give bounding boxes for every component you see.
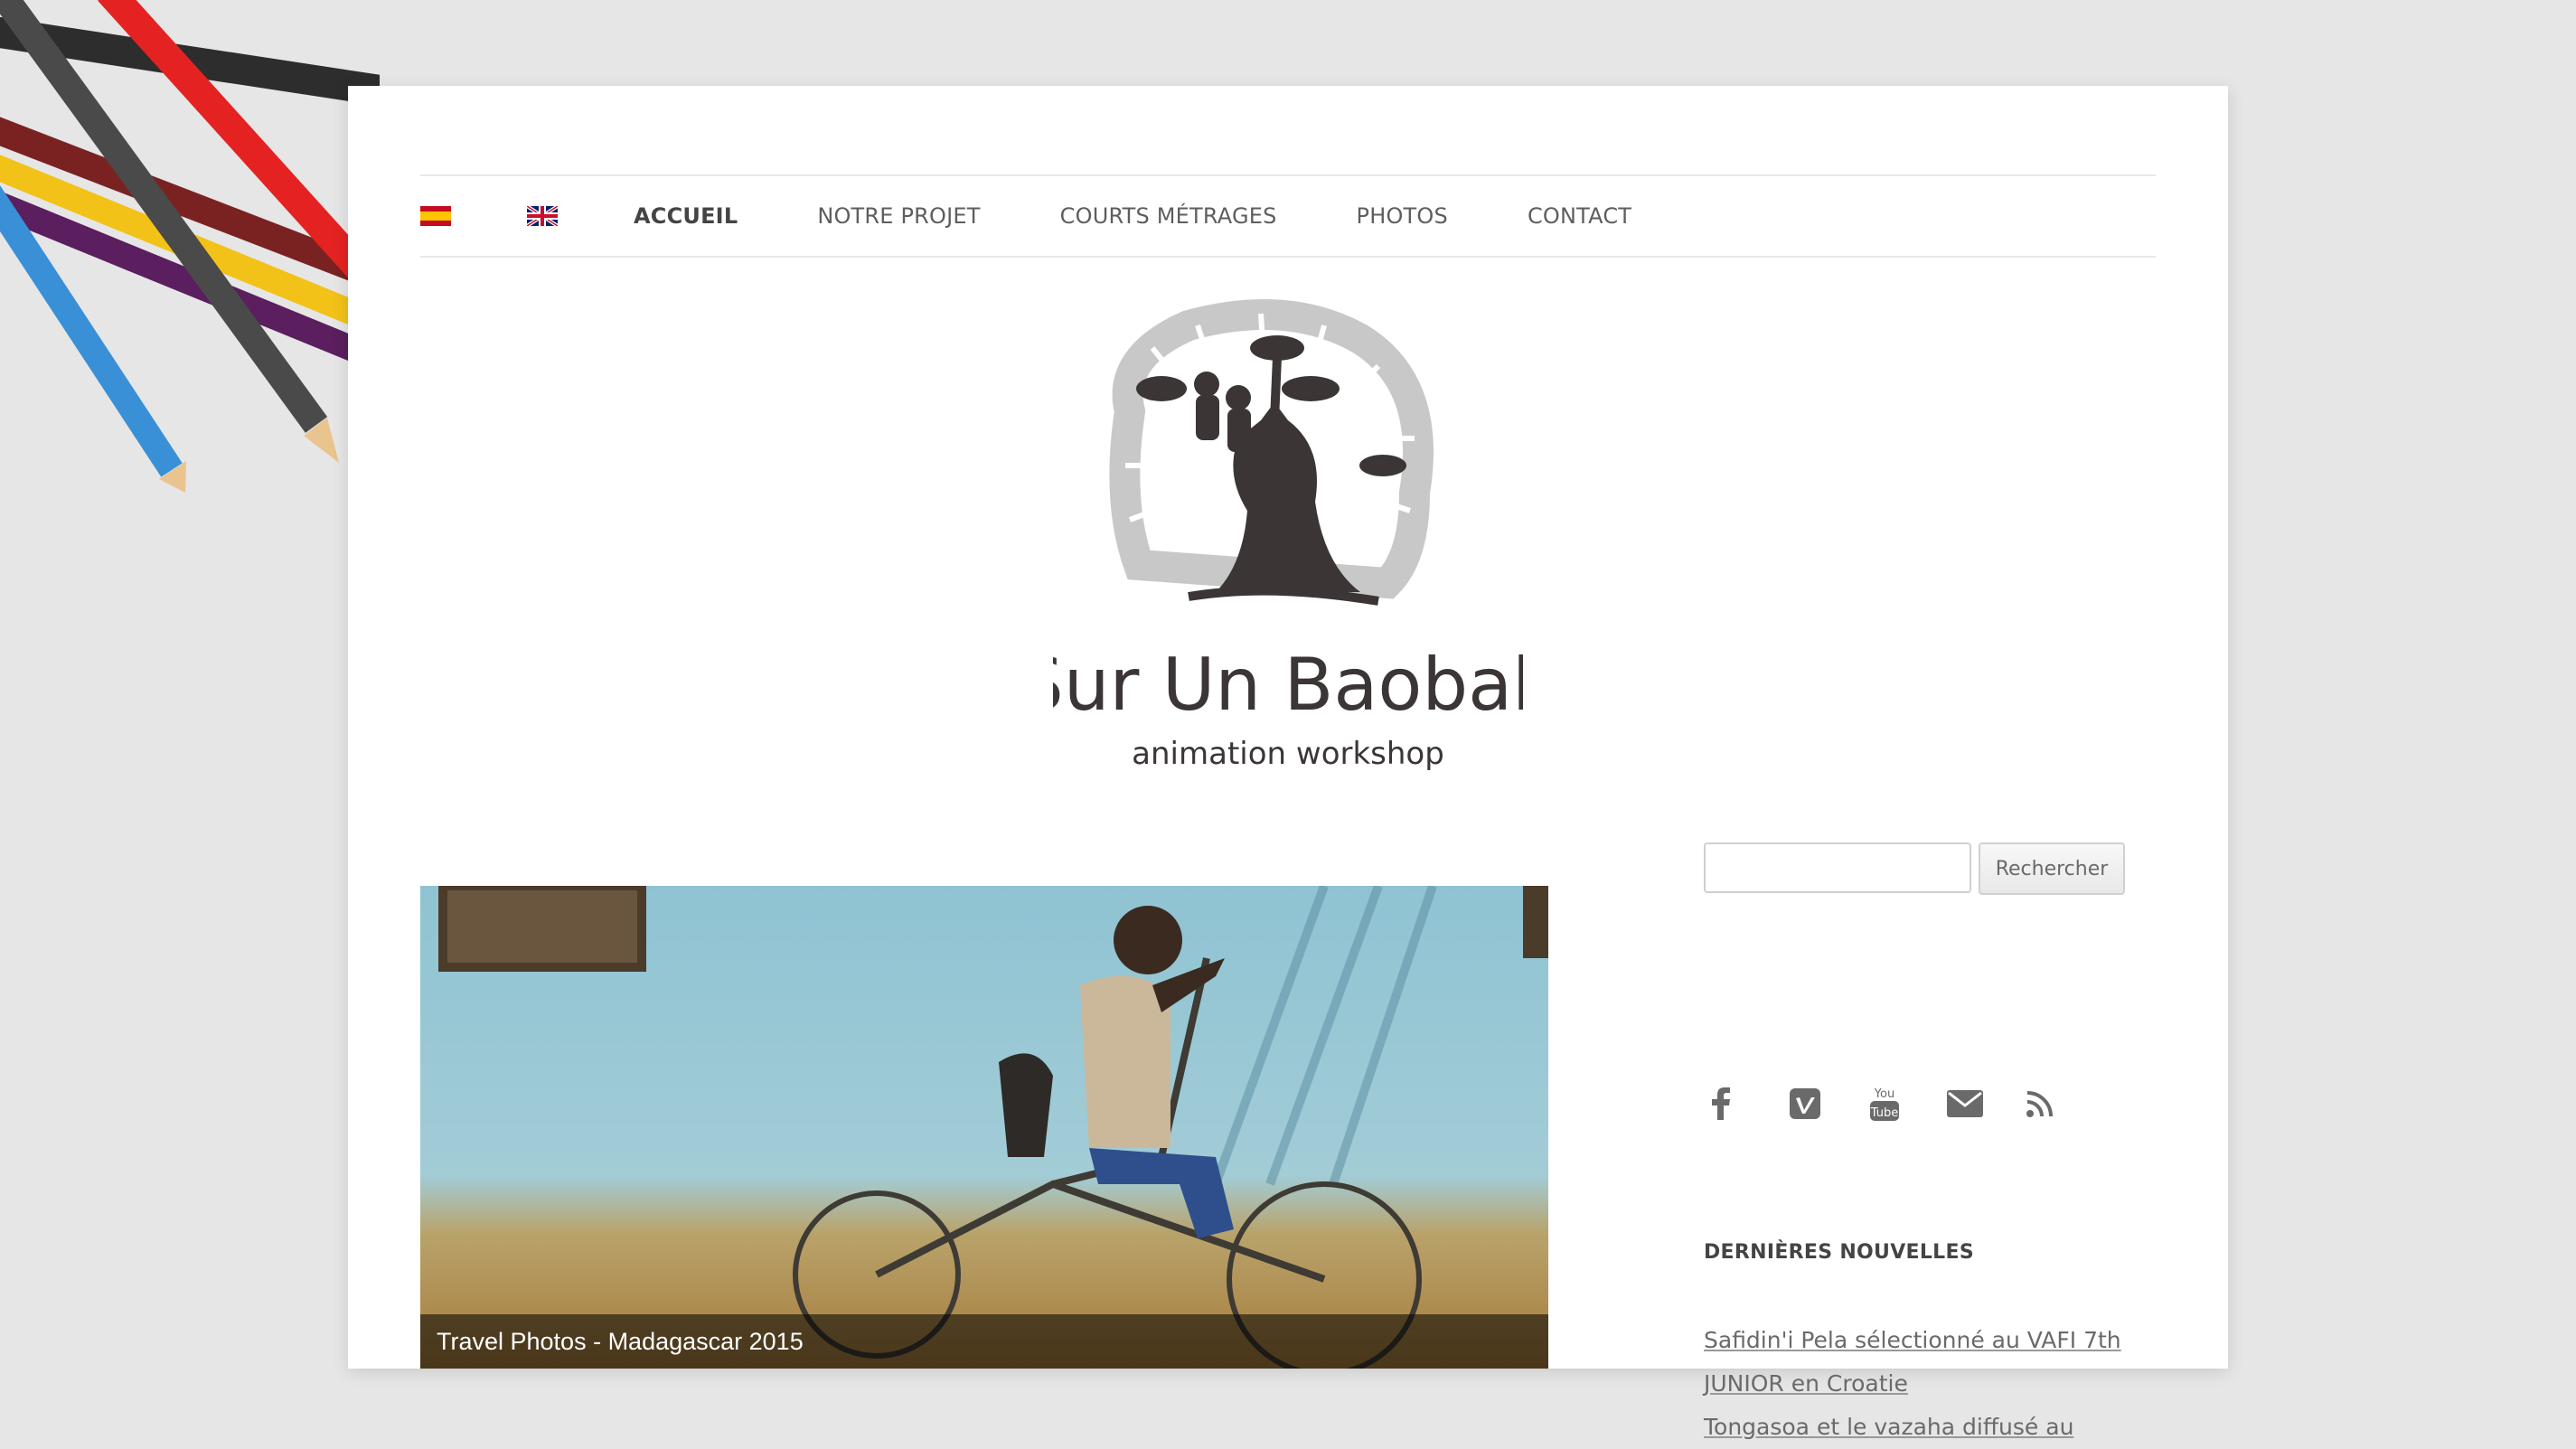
main-navigation: ACCUEIL NOTRE PROJET COURTS MÉTRAGES PHO… <box>420 174 2156 258</box>
email-icon[interactable] <box>1940 1090 2018 1117</box>
spanish-flag-icon[interactable] <box>420 206 451 226</box>
nav-item-courts-metrages[interactable]: COURTS MÉTRAGES <box>1060 203 1277 229</box>
social-links: You Tube <box>1704 1085 2097 1123</box>
rss-icon[interactable] <box>2018 1089 2097 1118</box>
featured-post-image[interactable]: Travel Photos - Madagascar 2015 <box>420 886 1548 1369</box>
featured-caption[interactable]: Travel Photos - Madagascar 2015 <box>420 1314 1548 1369</box>
youtube-icon[interactable]: You Tube <box>1861 1085 1940 1123</box>
svg-text:You: You <box>1874 1087 1894 1101</box>
search-form: Rechercher <box>1704 842 2125 895</box>
search-input[interactable] <box>1704 842 1971 893</box>
facebook-icon[interactable] <box>1704 1087 1782 1120</box>
site-logo[interactable]: Sur Un Baobab animation workshop <box>1053 294 1523 854</box>
latest-news-title: DERNIÈRES NOUVELLES <box>1704 1241 1974 1264</box>
baobab-logo-graphic <box>1109 299 1434 606</box>
nav-item-notre-projet[interactable]: NOTRE PROJET <box>817 203 980 229</box>
nav-item-accueil[interactable]: ACCUEIL <box>634 203 738 229</box>
search-button[interactable]: Rechercher <box>1979 842 2125 895</box>
logo-subtitle: animation workshop <box>1132 736 1444 772</box>
english-flag-icon[interactable] <box>527 206 558 226</box>
nav-item-photos[interactable]: PHOTOS <box>1357 203 1448 229</box>
svg-text:Tube: Tube <box>1870 1106 1898 1120</box>
news-link[interactable]: Safidin'i Pela sélectionné au VAFI 7th J… <box>1704 1319 2129 1406</box>
colored-pencils-decoration <box>0 0 380 493</box>
latest-news-list: Safidin'i Pela sélectionné au VAFI 7th J… <box>1704 1319 2129 1449</box>
page-container: ACCUEIL NOTRE PROJET COURTS MÉTRAGES PHO… <box>348 86 2228 1440</box>
nav-item-contact[interactable]: CONTACT <box>1528 203 1631 229</box>
bicycle-photo <box>420 886 1548 1369</box>
logo-title: Sur Un Baobab <box>1053 643 1523 727</box>
news-link[interactable]: Tongasoa et le vazaha diffusé au <box>1704 1406 2129 1449</box>
vimeo-icon[interactable] <box>1782 1088 1861 1119</box>
